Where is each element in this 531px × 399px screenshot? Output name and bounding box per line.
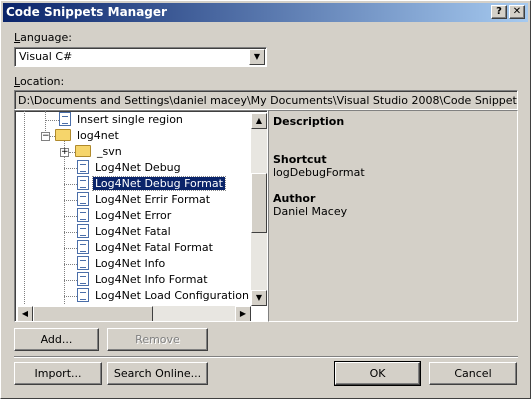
- tree-item[interactable]: Log4Net Error: [77, 208, 173, 224]
- snippet-icon: [77, 224, 89, 238]
- language-selected-value: Visual C#: [19, 50, 73, 63]
- close-icon[interactable]: ✕: [509, 5, 525, 19]
- tree-item[interactable]: Log4Net Fatal Format: [77, 240, 215, 256]
- ok-button[interactable]: OK: [334, 361, 421, 386]
- snippet-icon: [77, 240, 89, 254]
- help-icon[interactable]: ?: [491, 5, 507, 19]
- chevron-down-icon[interactable]: ▼: [249, 49, 265, 65]
- snippet-icon: [77, 192, 89, 206]
- tree-line: [64, 200, 77, 201]
- tree-vertical-scrollbar[interactable]: ▲ ▼: [251, 113, 267, 306]
- tree-item[interactable]: Log4Net Debug: [77, 160, 183, 176]
- cancel-button[interactable]: Cancel: [429, 362, 517, 385]
- tree-item-selected[interactable]: Log4Net Debug Format: [77, 176, 226, 192]
- author-value: Daniel Macey: [273, 205, 348, 218]
- remove-button[interactable]: Remove: [107, 328, 208, 351]
- tree-horizontal-scrollbar[interactable]: ◀ ▶: [17, 306, 251, 321]
- tree-line: [64, 216, 77, 217]
- scrollbar-thumb[interactable]: [251, 173, 267, 233]
- scroll-down-icon[interactable]: ▼: [251, 290, 267, 306]
- tree-line: [64, 296, 77, 297]
- tree-folder-svn[interactable]: _svn: [75, 144, 124, 160]
- tree-line: [45, 120, 59, 121]
- snippet-tree[interactable]: − + Insert single region log4net _svn Lo…: [14, 110, 268, 322]
- tree-line: [24, 111, 25, 304]
- tree-item[interactable]: Log4Net Errir Format: [77, 192, 212, 208]
- tree-line: [64, 232, 77, 233]
- separator: [14, 356, 518, 358]
- location-field[interactable]: D:\Documents and Settings\daniel macey\M…: [14, 90, 518, 110]
- tree-item[interactable]: Log4Net Info: [77, 256, 167, 272]
- shortcut-value: logDebugFormat: [273, 166, 365, 179]
- snippet-icon: [77, 272, 89, 286]
- tree-line: [64, 264, 77, 265]
- expand-toggle-svn[interactable]: +: [60, 148, 69, 157]
- location-label: Location:: [14, 75, 65, 88]
- folder-open-icon: [55, 129, 71, 141]
- tree-item[interactable]: Log4Net Load Configuration File: [77, 288, 267, 304]
- folder-icon: [75, 145, 91, 157]
- language-dropdown[interactable]: Visual C# ▼: [14, 47, 267, 67]
- snippet-details-panel: Description Shortcut logDebugFormat Auth…: [268, 110, 518, 322]
- tree-item[interactable]: Insert single region: [59, 112, 185, 128]
- snippet-icon: [77, 176, 89, 190]
- collapse-toggle-log4net[interactable]: −: [41, 132, 50, 141]
- tree-line: [64, 248, 77, 249]
- snippet-icon: [77, 288, 89, 302]
- tree-item[interactable]: Log4Net Info Format: [77, 272, 210, 288]
- author-heading: Author: [273, 192, 316, 205]
- snippet-icon: [77, 208, 89, 222]
- scroll-left-icon[interactable]: ◀: [17, 306, 33, 321]
- title-bar[interactable]: Code Snippets Manager ? ✕: [3, 3, 528, 22]
- search-online-button[interactable]: Search Online...: [107, 362, 208, 385]
- tree-line: [64, 280, 77, 281]
- tree-folder-log4net[interactable]: log4net: [55, 128, 121, 144]
- tree-line: [64, 168, 77, 169]
- add-button[interactable]: Add...: [14, 328, 99, 351]
- description-heading: Description: [273, 115, 345, 128]
- scroll-up-icon[interactable]: ▲: [251, 113, 267, 129]
- snippet-icon: [77, 256, 89, 270]
- scrollbar-thumb[interactable]: [33, 306, 153, 321]
- location-value: D:\Documents and Settings\daniel macey\M…: [18, 94, 517, 107]
- snippet-icon: [59, 112, 71, 126]
- shortcut-heading: Shortcut: [273, 153, 327, 166]
- language-label: Language:: [14, 31, 73, 44]
- snippet-icon: [77, 160, 89, 174]
- tree-line: [64, 184, 77, 185]
- code-snippets-manager-dialog: Code Snippets Manager ? ✕ Language: Visu…: [0, 0, 531, 399]
- scroll-right-icon[interactable]: ▶: [235, 306, 251, 321]
- tree-item[interactable]: Log4Net Fatal: [77, 224, 173, 240]
- import-button[interactable]: Import...: [14, 362, 102, 385]
- window-title: Code Snippets Manager: [6, 5, 167, 19]
